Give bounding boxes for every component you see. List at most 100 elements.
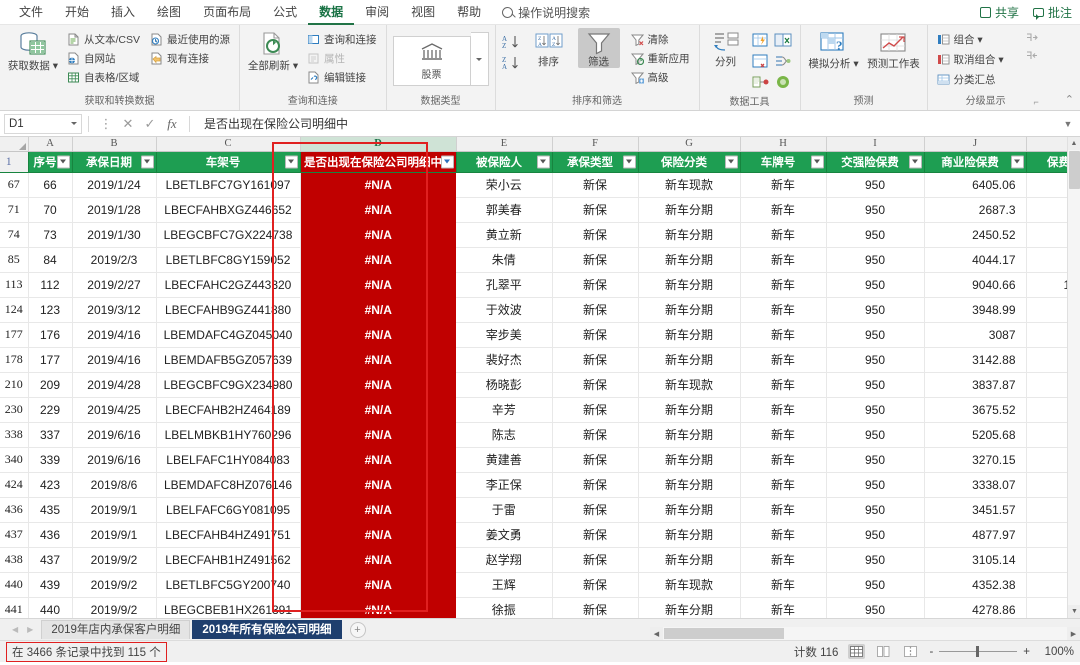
cell-policy-type[interactable]: 新保 [552,247,639,273]
filter-dropdown-d[interactable] [440,155,454,168]
cell-insured[interactable]: 姜文勇 [456,522,553,548]
normal-view-button[interactable] [848,644,866,659]
cell-insurance-class[interactable]: 新车分期 [638,247,741,273]
cell-compulsory-premium[interactable]: 950 [826,347,925,373]
header-cell-insurance-class[interactable]: 保险分类 [638,151,741,173]
cell-compulsory-premium[interactable]: 950 [826,597,925,618]
filter-dropdown-a[interactable] [56,155,70,168]
cell-insurance-class[interactable]: 新车分期 [638,597,741,618]
column-header-f[interactable]: F [552,137,639,152]
cell-date[interactable]: 2019/3/12 [72,297,157,323]
column-header-c[interactable]: C [156,137,301,152]
zoom-percentage[interactable]: 100% [1040,646,1074,658]
zoom-in-button[interactable]: + [1023,646,1030,658]
cell-compulsory-premium[interactable]: 950 [826,497,925,523]
cell-compulsory-premium[interactable]: 950 [826,372,925,398]
ribbon-tab-insert[interactable]: 插入 [100,0,146,25]
cell-policy-type[interactable]: 新保 [552,547,639,573]
cell-date[interactable]: 2019/1/24 [72,172,157,198]
from-web-button[interactable]: 自网站 [64,50,143,67]
cell-seq[interactable]: 66 [28,172,73,198]
cell-insured[interactable]: 李正保 [456,472,553,498]
cell-compulsory-premium[interactable]: 950 [826,247,925,273]
cell-insured[interactable]: 辛芳 [456,397,553,423]
table-row[interactable]: 437 436 2019/9/1 LBECFAHB4HZ491751 #N/A 姜文勇 新保… [0,522,1080,548]
cell-commercial-premium[interactable]: 4877.97 [924,522,1027,548]
cell-insurance-class[interactable]: 新车分期 [638,497,741,523]
cell-plate[interactable]: 新车 [740,347,827,373]
cell-commercial-premium[interactable]: 3451.57 [924,497,1027,523]
cell-vin[interactable]: LBEMDAFB5GZ057639 [156,347,301,373]
cell-policy-type[interactable]: 新保 [552,222,639,248]
cell-date[interactable]: 2019/9/2 [72,572,157,598]
cell-plate[interactable]: 新车 [740,322,827,348]
table-row[interactable]: 230 229 2019/4/25 LBECFAHB2HZ464189 #N/A 辛芳 新保… [0,397,1080,423]
cell-vin[interactable]: LBEGCBFC9GX234980 [156,372,301,398]
filter-dropdown-e[interactable] [536,155,550,168]
page-break-preview-button[interactable] [902,644,919,659]
cell-insured[interactable]: 裴好杰 [456,347,553,373]
properties-button[interactable]: 属性 [304,50,380,67]
cell-insurance-class[interactable]: 新车分期 [638,522,741,548]
cell-commercial-premium[interactable]: 2450.52 [924,222,1027,248]
row-header[interactable]: 230 [0,397,29,423]
table-row[interactable]: 438 437 2019/9/2 LBECFAHB1HZ491562 #N/A 赵学翔 新保… [0,547,1080,573]
cell-vin[interactable]: LBEMDAFC8HZ076146 [156,472,301,498]
cell-compulsory-premium[interactable]: 950 [826,172,925,198]
cell-plate[interactable]: 新车 [740,497,827,523]
cell-date[interactable]: 2019/9/2 [72,547,157,573]
cell-seq[interactable]: 112 [28,272,73,298]
cell-insurance-class[interactable]: 新车分期 [638,197,741,223]
cell-date[interactable]: 2019/6/16 [72,422,157,448]
ribbon-tab-data[interactable]: 数据 [308,0,355,25]
cell-compulsory-premium[interactable]: 950 [826,197,925,223]
cell-insurance-class[interactable]: 新车分期 [638,472,741,498]
cell-policy-type[interactable]: 新保 [552,397,639,423]
cell-vin[interactable]: LBEMDAFC4GZ045040 [156,322,301,348]
cell-compulsory-premium[interactable]: 950 [826,522,925,548]
stocks-data-type[interactable]: 股票 [392,36,471,86]
clear-filter-button[interactable]: 清除 [628,31,693,48]
cell-seq[interactable]: 123 [28,297,73,323]
insert-function-icon[interactable]: fx [161,116,183,132]
row-header[interactable]: 210 [0,372,29,398]
outline-dialog-launcher[interactable]: ⌐ [1033,97,1038,107]
cell-compulsory-premium[interactable]: 950 [826,547,925,573]
consolidate-icon[interactable] [774,53,792,70]
cell-commercial-premium[interactable]: 3087 [924,322,1027,348]
ribbon-tab-home[interactable]: 开始 [54,0,100,25]
scroll-right-icon[interactable]: ▶ [1067,627,1080,640]
cell-seq[interactable]: 435 [28,497,73,523]
more-options-icon[interactable]: ⋮ [95,116,117,132]
cell-seq[interactable]: 209 [28,372,73,398]
sheet-nav-arrows[interactable]: ◀ ▶ [4,625,41,634]
cell-insurance-class[interactable]: 新车分期 [638,272,741,298]
add-sheet-button[interactable]: + [349,621,366,638]
row-header[interactable]: 113 [0,272,29,298]
row-header[interactable]: 85 [0,247,29,273]
edit-links-button[interactable]: 编辑链接 [304,69,380,86]
sheet-tab-2[interactable]: 2019年所有保险公司明细 [192,620,342,639]
cell-seq[interactable]: 436 [28,522,73,548]
cell-date[interactable]: 2019/6/16 [72,447,157,473]
cell-policy-type[interactable]: 新保 [552,197,639,223]
data-validation-icon[interactable] [752,53,770,70]
header-cell-commercial-premium[interactable]: 商业险保费 [924,151,1027,173]
cell-seq[interactable]: 337 [28,422,73,448]
cell-compulsory-premium[interactable]: 950 [826,322,925,348]
cell-vin[interactable]: LBECFAHB4HZ491751 [156,522,301,548]
column-header-e[interactable]: E [456,137,553,152]
cell-policy-type[interactable]: 新保 [552,422,639,448]
cell-policy-type[interactable]: 新保 [552,372,639,398]
advanced-filter-button[interactable]: 高级 [628,69,693,86]
table-row[interactable]: 441 440 2019/9/2 LBEGCBEB1HX261391 #N/A 徐振 新保新… [0,597,1080,618]
cell-plate[interactable]: 新车 [740,547,827,573]
cell-policy-type[interactable]: 新保 [552,172,639,198]
expand-formula-bar-icon[interactable]: ▼ [1060,119,1076,129]
filter-dropdown-g[interactable] [724,155,738,168]
hscrollbar-thumb[interactable] [664,628,784,639]
show-detail-icon[interactable] [1025,31,1038,44]
cell-seq[interactable]: 229 [28,397,73,423]
zoom-slider[interactable]: - + [929,646,1030,658]
confirm-icon[interactable]: ✓ [139,116,161,132]
